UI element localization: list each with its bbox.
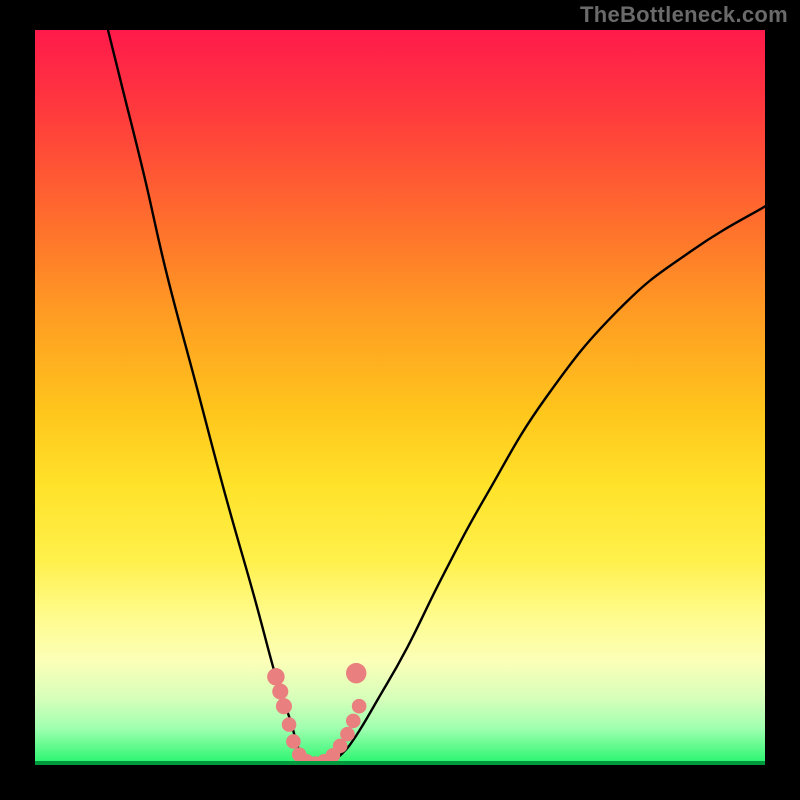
marker-layer (35, 30, 765, 765)
data-marker (282, 717, 297, 732)
data-marker (346, 663, 366, 683)
data-marker (267, 668, 285, 686)
data-marker (352, 699, 367, 714)
data-marker (276, 698, 292, 714)
watermark-text: TheBottleneck.com (580, 2, 788, 28)
baseline (35, 761, 765, 765)
plot-area (35, 30, 765, 765)
marker-group (267, 663, 366, 765)
data-marker (272, 683, 288, 699)
data-marker (340, 727, 355, 742)
data-marker (346, 714, 361, 729)
chart-frame: TheBottleneck.com (0, 0, 800, 800)
data-marker (286, 734, 301, 749)
